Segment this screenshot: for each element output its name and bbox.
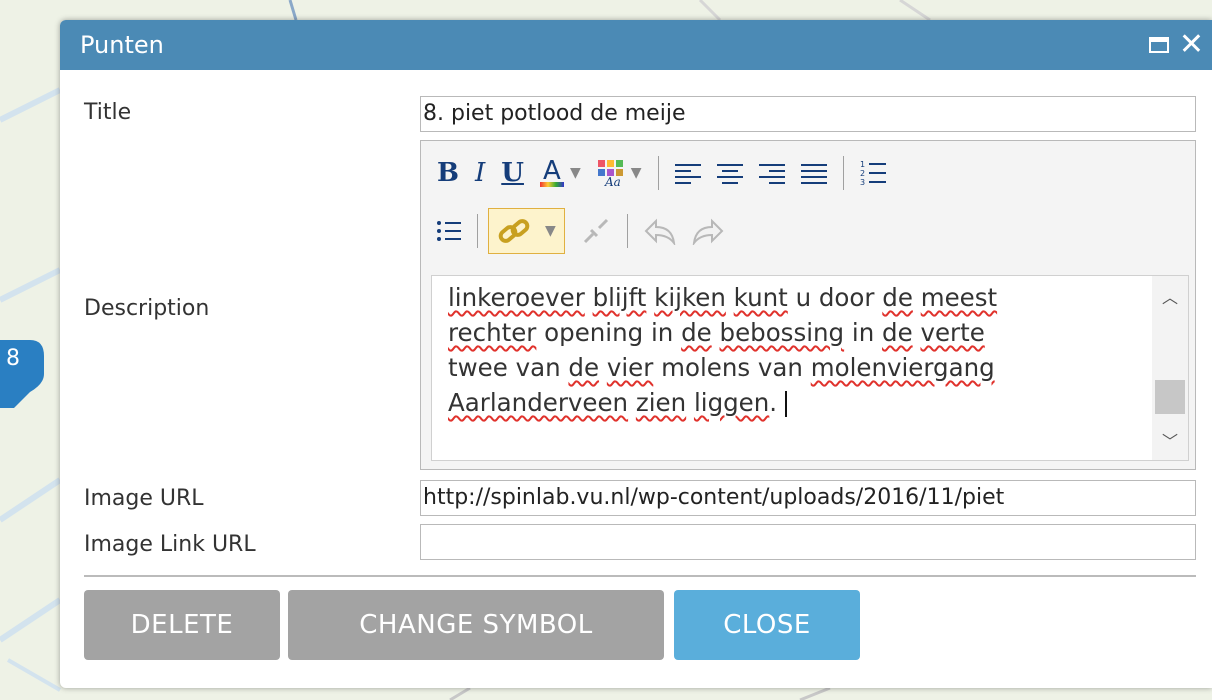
toolbar-separator: [626, 214, 628, 248]
close-button[interactable]: CLOSE: [674, 590, 860, 660]
image-url-field[interactable]: http://spinlab.vu.nl/wp-content/uploads/…: [420, 480, 1196, 516]
window-controls: ✕: [1148, 30, 1204, 60]
description-line-3: twee van de vier molens van molenviergan…: [448, 353, 995, 382]
editor-toolbar-row1: B I U A ▼ Aa ▼ 1 2 3: [437, 151, 886, 195]
vertical-scrollbar[interactable]: ︿ ﹀: [1152, 276, 1188, 460]
maximize-icon[interactable]: [1148, 37, 1169, 53]
delete-button[interactable]: DELETE: [84, 590, 280, 660]
align-center-icon[interactable]: [716, 162, 743, 184]
unordered-list-icon[interactable]: [437, 219, 461, 243]
chevron-down-icon: ▼: [545, 223, 556, 239]
description-text: linkeroever blijft kijken kunt u door de…: [448, 276, 1128, 420]
title-field[interactable]: 8. piet potlood de meije: [420, 96, 1196, 132]
svg-text:1: 1: [860, 160, 865, 169]
form-divider: [84, 575, 1196, 577]
align-justify-icon[interactable]: [800, 162, 827, 184]
description-editor: B I U A ▼ Aa ▼ 1 2 3 ▼ linkeroever blijf…: [420, 140, 1196, 470]
description-line-4: Aarlanderveen zien liggen.: [448, 385, 1128, 420]
align-right-icon[interactable]: [758, 162, 785, 184]
font-color-icon[interactable]: A ▼: [539, 158, 581, 187]
text-cursor: [785, 391, 788, 417]
description-label: Description: [84, 296, 210, 321]
punten-dialog: Punten ✕ Title 8. piet potlood de meije …: [60, 20, 1212, 688]
svg-text:2: 2: [860, 169, 865, 178]
description-textarea[interactable]: linkeroever blijft kijken kunt u door de…: [431, 275, 1189, 461]
undo-icon[interactable]: [644, 217, 676, 245]
link-icon: [498, 219, 530, 243]
dialog-title: Punten: [80, 31, 164, 59]
bold-icon[interactable]: B: [437, 158, 459, 188]
description-line-2: rechter opening in de bebossing in de ve…: [448, 318, 985, 347]
image-link-url-label: Image Link URL: [84, 532, 256, 557]
image-url-label: Image URL: [84, 486, 204, 511]
image-link-url-field[interactable]: [420, 524, 1196, 560]
underline-icon[interactable]: U: [501, 158, 524, 188]
align-left-icon[interactable]: [674, 162, 701, 184]
editor-toolbar-row2: ▼: [437, 208, 724, 254]
scroll-up-icon[interactable]: ︿: [1152, 284, 1188, 308]
toolbar-separator: [477, 214, 478, 248]
marker-label: 8: [6, 346, 20, 371]
description-line-1: linkeroever blijft kijken kunt u door de…: [448, 283, 998, 312]
close-icon[interactable]: ✕: [1179, 30, 1204, 60]
dialog-titlebar[interactable]: Punten ✕: [60, 20, 1212, 70]
chevron-down-icon[interactable]: ▼: [631, 165, 642, 181]
link-button[interactable]: ▼: [488, 208, 565, 254]
change-symbol-button[interactable]: CHANGE SYMBOL: [288, 590, 664, 660]
toolbar-separator: [657, 156, 659, 190]
toolbar-separator: [842, 156, 844, 190]
chevron-down-icon[interactable]: ▼: [570, 165, 581, 181]
background-color-icon[interactable]: Aa ▼: [597, 159, 642, 187]
svg-text:Aa: Aa: [604, 175, 621, 187]
scroll-down-icon[interactable]: ﹀: [1152, 428, 1188, 452]
ordered-list-icon[interactable]: 123: [860, 159, 886, 187]
title-label: Title: [84, 100, 132, 125]
unlink-icon[interactable]: [581, 216, 611, 246]
scroll-thumb[interactable]: [1155, 380, 1185, 414]
italic-icon[interactable]: I: [475, 158, 485, 188]
redo-icon[interactable]: [692, 217, 724, 245]
svg-text:3: 3: [860, 178, 865, 187]
map-marker-8[interactable]: 8: [0, 340, 44, 410]
